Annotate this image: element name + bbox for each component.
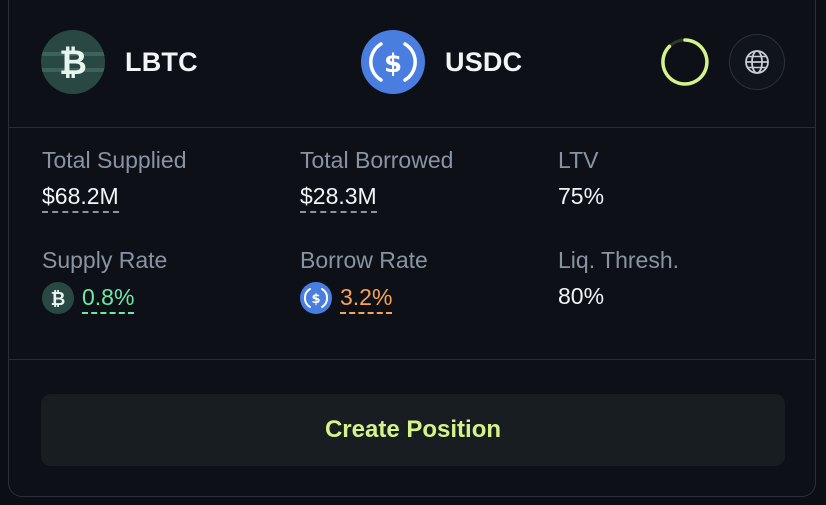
collateral-symbol: LBTC (125, 46, 198, 77)
debt-symbol: USDC (445, 46, 523, 77)
debt-token: $ USDC (361, 30, 522, 94)
bitcoin-icon: ₿ (41, 30, 105, 94)
market-card: ₿ LBTC $ USDC Total Supplied $68.2M Tota… (8, 0, 816, 497)
stat-supply-rate: Supply Rate ₿ 0.8% (42, 246, 167, 314)
svg-text:$: $ (311, 292, 320, 307)
ltv-value: 75% (558, 183, 605, 209)
supply-rate-value[interactable]: 0.8% (82, 283, 135, 314)
create-position-button[interactable]: Create Position (41, 394, 785, 466)
bitcoin-icon: ₿ (42, 282, 74, 314)
stat-total-supplied: Total Supplied $68.2M (42, 146, 187, 213)
svg-text:₿: ₿ (51, 289, 66, 310)
network-button[interactable] (729, 34, 785, 90)
globe-icon (745, 50, 769, 74)
stat-label: Supply Rate (42, 247, 168, 273)
create-position-label: Create Position (324, 416, 502, 443)
borrow-rate-value[interactable]: 3.2% (340, 283, 393, 314)
stat-total-borrowed: Total Borrowed $28.3M (300, 146, 453, 213)
market-header: ₿ LBTC $ USDC (9, 0, 815, 128)
svg-text:₿: ₿ (59, 43, 87, 83)
stat-label: Borrow Rate (300, 247, 428, 273)
collateral-token: ₿ LBTC (41, 30, 198, 94)
usdc-icon: $ (300, 282, 332, 314)
stat-label: Liq. Thresh. (558, 247, 680, 273)
stat-ltv: LTV 75% (558, 146, 604, 210)
stat-liq-thresh: Liq. Thresh. 80% (558, 246, 679, 310)
usdc-icon: $ (361, 30, 425, 94)
svg-text:$: $ (384, 49, 402, 79)
stat-label: LTV (558, 147, 599, 173)
total-borrowed-value[interactable]: $28.3M (300, 182, 377, 213)
total-supplied-value[interactable]: $68.2M (42, 182, 119, 213)
stat-label: Total Borrowed (300, 147, 454, 173)
liq-thresh-value: 80% (558, 283, 605, 309)
market-stats: Total Supplied $68.2M Total Borrowed $28… (9, 127, 815, 360)
stat-borrow-rate: Borrow Rate $ 3.2% (300, 246, 428, 314)
loading-ring-icon (661, 38, 709, 86)
stat-label: Total Supplied (42, 147, 187, 173)
